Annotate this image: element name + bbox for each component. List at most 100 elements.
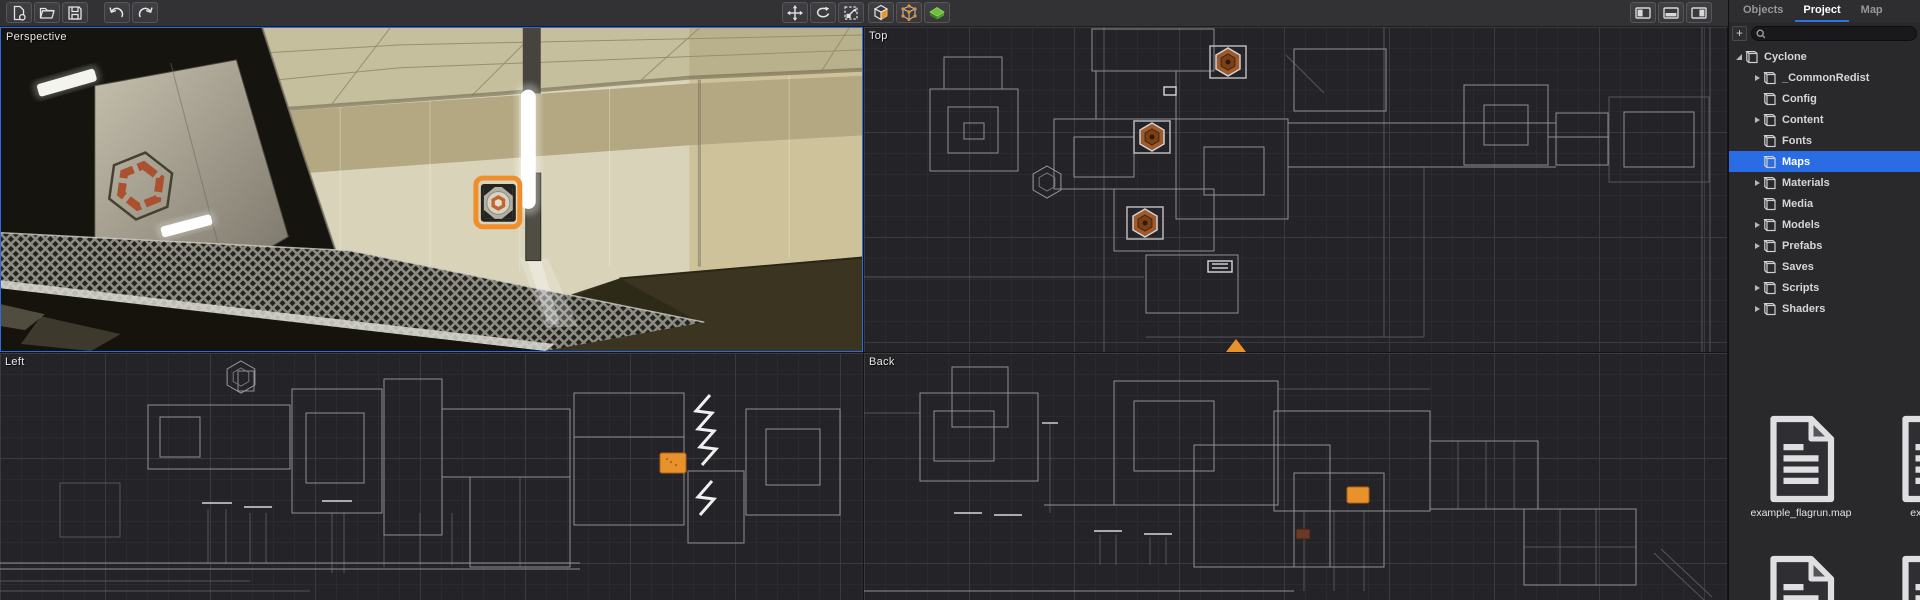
- file-item-partial[interactable]: [1877, 555, 1920, 600]
- save-button[interactable]: [62, 2, 88, 23]
- tree-item-materials[interactable]: Materials: [1729, 172, 1920, 193]
- package-icon: [1764, 302, 1776, 315]
- viewport-back[interactable]: Back: [864, 353, 1727, 600]
- file-button-group: [6, 2, 88, 23]
- expander-icon[interactable]: [1733, 46, 1745, 67]
- map-file-icon: [1761, 415, 1841, 503]
- tab-project[interactable]: Project: [1795, 0, 1849, 22]
- layout-bottom-icon: [1663, 6, 1679, 19]
- package-icon: [1764, 134, 1776, 147]
- solid-mode-button[interactable]: [868, 2, 894, 23]
- scale-icon: [844, 5, 858, 20]
- back-wireframe: [864, 366, 1713, 600]
- tree-item-saves[interactable]: Saves: [1729, 256, 1920, 277]
- package-icon: [1764, 281, 1776, 294]
- search-input[interactable]: [1764, 27, 1916, 40]
- undo-icon: [109, 6, 124, 17]
- selected-object-marker: [659, 452, 687, 474]
- tree-item-scripts[interactable]: Scripts: [1729, 277, 1920, 298]
- expander-icon[interactable]: [1751, 172, 1763, 193]
- tree-item-content[interactable]: Content: [1729, 109, 1920, 130]
- solid-cube-icon: [873, 4, 889, 21]
- new-file-icon: [13, 5, 26, 21]
- file-item-flagrun[interactable]: example_flagrun.map: [1745, 415, 1857, 519]
- tree-item-media[interactable]: Media: [1729, 193, 1920, 214]
- perspective-3d-scene: [1, 28, 862, 351]
- project-tree: Cyclone _CommonRedist Config Content Fon…: [1729, 46, 1920, 319]
- layout-left-icon: [1635, 6, 1651, 19]
- add-button[interactable]: +: [1732, 26, 1747, 41]
- package-icon: [1764, 155, 1776, 168]
- viewport-label: Perspective: [6, 31, 67, 43]
- tree-item-config[interactable]: Config: [1729, 88, 1920, 109]
- layout-right-icon: [1691, 6, 1707, 19]
- layout-bottom-button[interactable]: [1658, 2, 1684, 23]
- file-item-partial[interactable]: [1745, 555, 1857, 600]
- search-box[interactable]: [1751, 26, 1917, 41]
- file-name: example_flagrun.map: [1750, 507, 1852, 519]
- open-button[interactable]: [34, 2, 60, 23]
- file-item-example[interactable]: example_: [1877, 415, 1920, 519]
- redo-icon: [138, 6, 153, 17]
- map-file-icon: [1893, 555, 1920, 600]
- terrain-mode-button[interactable]: [924, 2, 950, 23]
- layout-right-button[interactable]: [1686, 2, 1712, 23]
- package-icon: [1764, 260, 1776, 273]
- redo-button[interactable]: [132, 2, 158, 23]
- selected-cube[interactable]: [473, 175, 523, 230]
- viewport-top[interactable]: Top: [864, 27, 1727, 352]
- map-file-icon: [1893, 415, 1920, 503]
- new-file-button[interactable]: [6, 2, 32, 23]
- tree-item-prefabs[interactable]: Prefabs: [1729, 235, 1920, 256]
- right-panel: Objects Project Map + Cyclone _CommonRed…: [1728, 0, 1920, 600]
- tree-item-shaders[interactable]: Shaders: [1729, 298, 1920, 319]
- tree-item-fonts[interactable]: Fonts: [1729, 130, 1920, 151]
- transform-button-group: [782, 2, 864, 23]
- open-folder-icon: [39, 7, 55, 19]
- package-icon: [1764, 176, 1776, 189]
- tree-item-models[interactable]: Models: [1729, 214, 1920, 235]
- vertex-mode-button[interactable]: [896, 2, 922, 23]
- tree-item-commonredist[interactable]: _CommonRedist: [1729, 67, 1920, 88]
- move-icon: [787, 4, 803, 21]
- move-tool-button[interactable]: [782, 2, 808, 23]
- expander-icon[interactable]: [1751, 277, 1763, 298]
- package-icon: [1764, 71, 1776, 84]
- undo-button[interactable]: [104, 2, 130, 23]
- selected-object-marker: [1346, 486, 1370, 504]
- viewport-perspective[interactable]: Perspective: [0, 27, 863, 352]
- rotate-icon: [816, 6, 830, 17]
- expander-icon[interactable]: [1751, 109, 1763, 130]
- history-button-group: [104, 2, 158, 23]
- viewport-left[interactable]: Left: [0, 353, 863, 600]
- tab-map[interactable]: Map: [1853, 0, 1891, 22]
- package-icon: [1764, 239, 1776, 252]
- expander-icon[interactable]: [1751, 67, 1763, 88]
- package-icon: [1764, 113, 1776, 126]
- panel-tabs: Objects Project Map: [1729, 0, 1920, 22]
- layout-button-group: [1630, 2, 1712, 23]
- tree-item-cyclone[interactable]: Cyclone: [1729, 46, 1920, 67]
- tab-objects[interactable]: Objects: [1735, 0, 1791, 22]
- expander-icon[interactable]: [1751, 214, 1763, 235]
- expander-icon[interactable]: [1751, 298, 1763, 319]
- app: { "toolbar": { "groups": [ {"icons": ["n…: [0, 0, 1920, 600]
- scale-tool-button[interactable]: [838, 2, 864, 23]
- mode-button-group: [868, 2, 950, 23]
- rotate-tool-button[interactable]: [810, 2, 836, 23]
- file-browser: example_flagrun.map example_: [1729, 415, 1920, 600]
- package-icon: [1764, 218, 1776, 231]
- top-wireframe: [864, 27, 1711, 352]
- viewport-label: Left: [5, 356, 25, 368]
- package-icon: [1746, 50, 1758, 63]
- main-toolbar: [0, 0, 1728, 27]
- expander-icon[interactable]: [1751, 235, 1763, 256]
- layout-left-button[interactable]: [1630, 2, 1656, 23]
- tree-item-maps[interactable]: Maps: [1729, 151, 1920, 172]
- project-search-row: +: [1729, 22, 1920, 44]
- search-icon: [1756, 28, 1765, 38]
- viewport-label: Back: [869, 356, 895, 368]
